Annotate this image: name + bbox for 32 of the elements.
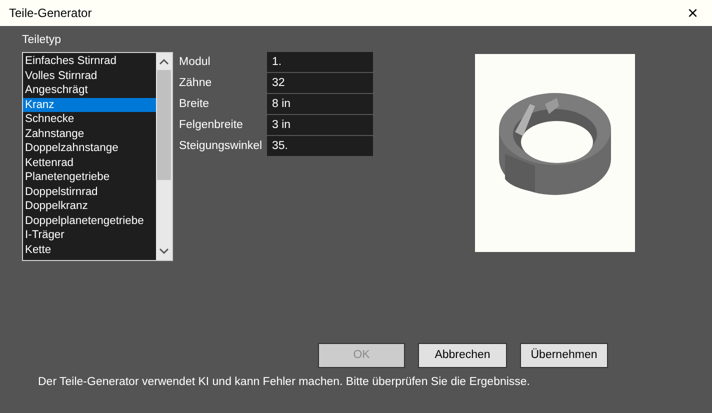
field-label: Breite [179, 96, 210, 112]
list-item[interactable]: Doppelstirnrad [23, 184, 156, 200]
list-item[interactable]: Schnecke [23, 112, 156, 127]
field-label: Felgenbreite [179, 118, 244, 133]
list-item[interactable]: Planetengetriebe [23, 170, 156, 185]
dialog-button[interactable]: Übernehmen [520, 343, 608, 368]
input-field[interactable]: 8 in [267, 94, 373, 114]
list-item[interactable]: Angeschrägt [23, 83, 156, 98]
list-item[interactable]: Einfaches Stirnrad [23, 54, 156, 69]
close-button[interactable]: × [681, 4, 704, 22]
list-item[interactable]: Doppelplanetengetriebe [23, 214, 156, 228]
list-item[interactable]: Kette [23, 242, 156, 258]
disclaimer-text: Der Teile-Generator verwendet KI und kann Fehler machen. Bitte überprüfen Sie die Ergebnisse. [38, 375, 532, 390]
list-item[interactable]: Kettenrad [23, 156, 156, 170]
list-item[interactable]: I-Träger [23, 228, 156, 243]
field-label: Zähne [179, 76, 213, 91]
list-item[interactable]: Doppelkranz [23, 199, 156, 214]
scrollbar[interactable] [156, 53, 172, 260]
section-label: Teiletyp [22, 33, 62, 48]
dialog-button[interactable]: Abbrechen [418, 343, 507, 368]
list-item[interactable]: Doppelzahnstange [23, 141, 156, 156]
list-box[interactable]: Einfaches Stirnrad Volles Stirnrad Angeschrägt Kranz Schnecke Zahnstange Doppelzahnstange Kettenrad Planetengetriebe Doppelstirnrad Doppelkranz Doppelplanetengetriebe I-Träger Kette [22, 52, 173, 262]
list-item[interactable]: Zahnstange [23, 126, 156, 142]
input-field[interactable]: 32 [267, 73, 373, 94]
window-title: Teile-Generator [9, 5, 92, 22]
list-item[interactable]: Volles Stirnrad [23, 68, 156, 84]
input-field[interactable]: 3 in [267, 115, 373, 136]
field-label: Steigungswinkel [179, 138, 264, 154]
field-label: Modul [179, 54, 212, 70]
input-field[interactable]: 1. [267, 52, 373, 72]
list-item[interactable]: Kranz [23, 98, 156, 112]
input-field[interactable]: 35. [267, 136, 373, 156]
